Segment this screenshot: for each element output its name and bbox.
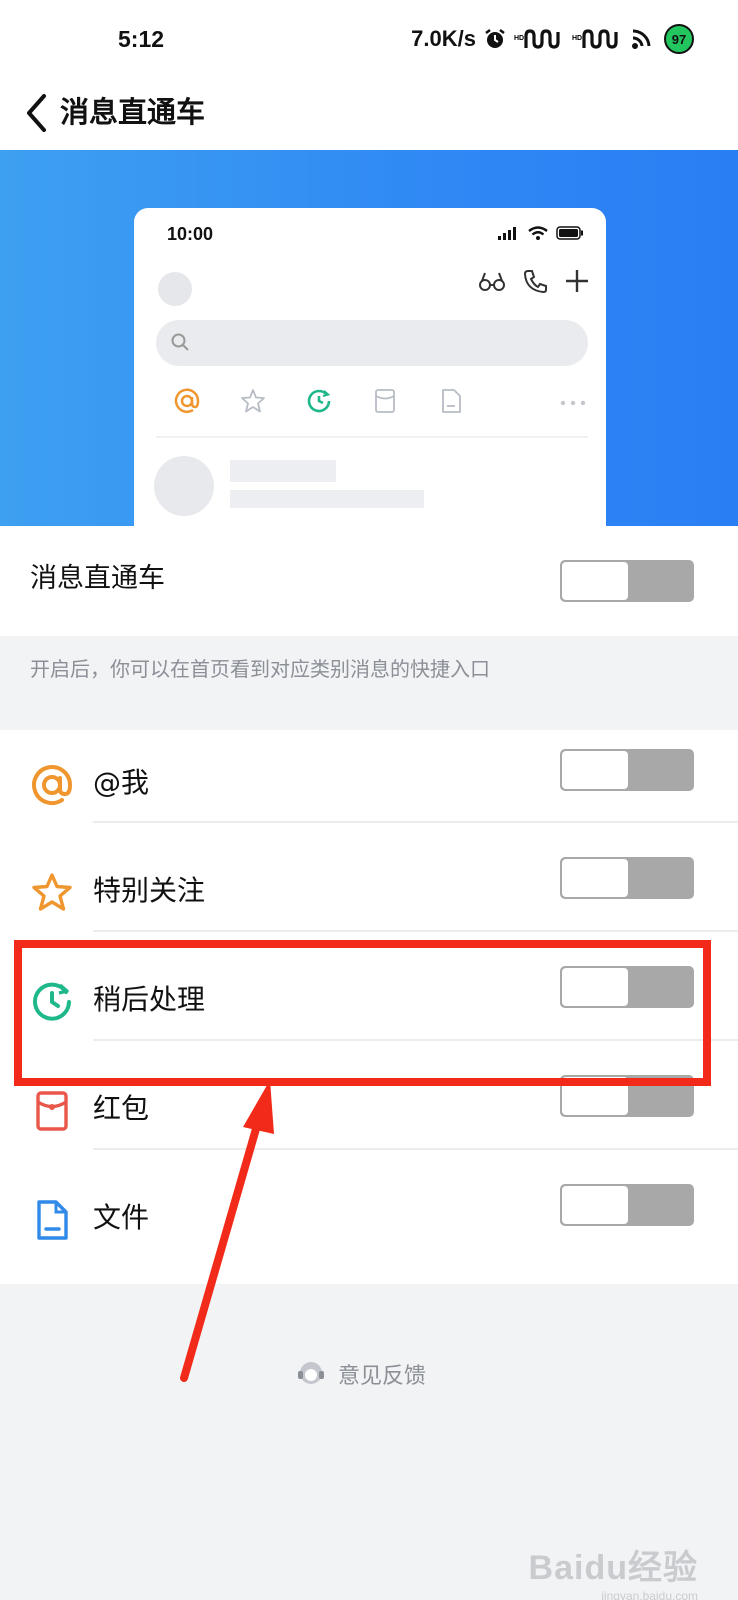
- net-speed: 7.0K/s: [411, 26, 476, 51]
- glasses-icon: [479, 272, 505, 291]
- preview-divider: [156, 436, 588, 438]
- preview-placeholder-text: [230, 490, 424, 508]
- watermark-logo: Baidu经验: [528, 1549, 698, 1587]
- special-follow-toggle-switch[interactable]: [560, 857, 694, 899]
- main-toggle-label: 消息直通车: [30, 563, 165, 594]
- file-icon: [442, 389, 461, 413]
- more-icon: [560, 400, 586, 405]
- toggle-knob: [562, 751, 628, 789]
- toggle-knob: [562, 859, 628, 897]
- red-packet-icon: [36, 1091, 68, 1131]
- phone-icon: [523, 270, 547, 294]
- preview-tab-redpacket: [352, 388, 418, 414]
- main-toggle-switch[interactable]: [560, 560, 694, 602]
- annotation-highlight-box: [14, 940, 711, 1086]
- item-label: @我: [93, 766, 150, 799]
- preview-tab-star: [220, 388, 286, 414]
- preview-tab-more: [560, 392, 590, 411]
- preview-tab-file: [418, 388, 484, 414]
- item-label: 红包: [93, 1092, 150, 1125]
- preview-search-bar: [156, 320, 588, 366]
- divider: [93, 1148, 738, 1150]
- toggle-knob: [562, 1186, 628, 1224]
- svg-text:HD: HD: [572, 35, 582, 42]
- search-icon: [171, 333, 189, 351]
- preview-status-icons: [498, 226, 584, 240]
- chevron-left-icon[interactable]: [14, 88, 58, 138]
- headset-icon: [298, 1362, 324, 1384]
- page-title: 消息直通车: [60, 95, 206, 129]
- preview-tab-later: [286, 388, 352, 414]
- item-label: 特别关注: [93, 874, 206, 907]
- list-item-at: @我: [0, 730, 738, 840]
- watermark-url: jingyan.baidu.com: [601, 1589, 698, 1600]
- preview-time: 10:00: [167, 224, 214, 244]
- battery-icon: 97: [664, 24, 694, 54]
- at-icon: [32, 765, 73, 806]
- hint-text: 开启后，你可以在首页看到对应类别消息的快捷入口: [30, 657, 490, 681]
- signal-bars-icon: [498, 227, 516, 240]
- at-toggle-switch[interactable]: [560, 749, 694, 791]
- clock-icon: [307, 389, 331, 413]
- status-time: 5:12: [118, 26, 165, 52]
- svg-text:HD: HD: [514, 35, 524, 42]
- signal-icon: HD: [514, 29, 560, 49]
- main-toggle-row: 消息直通车: [0, 526, 738, 636]
- at-icon: [174, 388, 200, 413]
- battery-icon: [556, 226, 583, 240]
- phone-preview: 10:00: [134, 208, 606, 526]
- preview-chat-avatar: [154, 456, 214, 516]
- wifi-icon: [632, 29, 651, 49]
- toggle-knob: [562, 562, 628, 600]
- star-icon: [32, 873, 72, 911]
- wifi-icon: [528, 226, 548, 240]
- preview-actions: [478, 268, 590, 294]
- divider: [93, 930, 738, 932]
- feedback-label: 意见反馈: [338, 1364, 427, 1389]
- file-toggle-switch[interactable]: [560, 1184, 694, 1226]
- red-packet-icon: [375, 389, 395, 413]
- item-label: 文件: [93, 1201, 150, 1234]
- star-icon: [241, 389, 265, 413]
- status-icons: 7.0K/s HD HD 97: [411, 24, 694, 54]
- preview-tabs: [154, 388, 590, 414]
- plus-icon: [566, 270, 588, 292]
- preview-placeholder-title: [230, 460, 336, 482]
- hero-banner: 10:00: [0, 150, 738, 526]
- signal-icon: HD: [572, 29, 618, 49]
- preview-avatar: [158, 272, 192, 306]
- nav-bar: 消息直通车: [0, 84, 738, 150]
- status-bar: 5:12 7.0K/s HD HD 97: [0, 0, 738, 84]
- divider: [93, 821, 738, 823]
- alarm-icon: [485, 29, 505, 48]
- file-icon: [37, 1200, 68, 1240]
- feedback-button[interactable]: 意见反馈: [296, 1358, 426, 1390]
- list-item-file: 文件: [0, 1165, 738, 1275]
- preview-tab-at: [154, 388, 220, 414]
- watermark: Baidu经验 jingyan.baidu.com: [529, 1540, 698, 1600]
